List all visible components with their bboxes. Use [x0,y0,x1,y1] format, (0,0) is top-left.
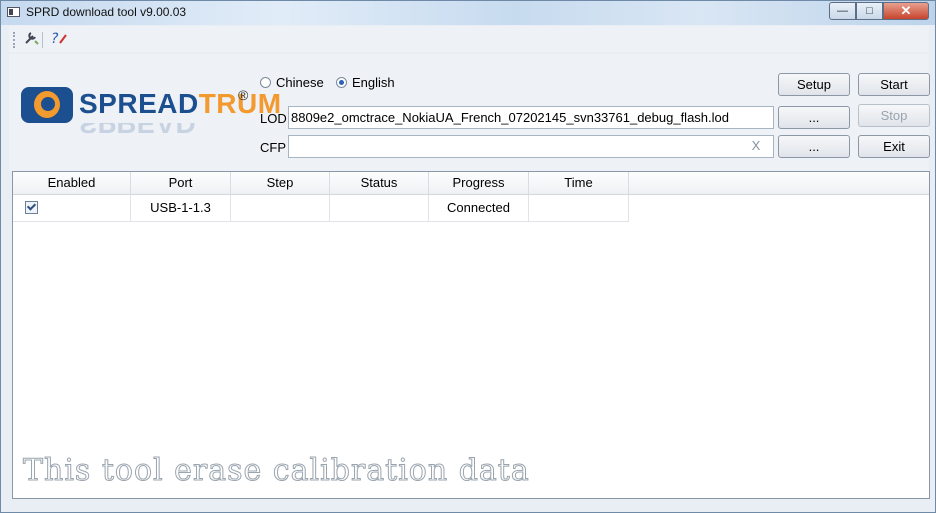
cell-status [330,195,429,222]
setup-button[interactable]: Setup [778,73,850,96]
col-status[interactable]: Status [330,172,429,194]
cfp-label: CFP [260,140,286,155]
cell-time [529,195,629,222]
radio-english-dot[interactable] [336,77,347,88]
radio-chinese-dot[interactable] [260,77,271,88]
calibration-warning-watermark: This tool erase calibration data [23,453,530,489]
table-row[interactable]: USB-1-1.3 Connected [13,195,929,222]
cfp-browse-button[interactable]: ... [778,135,850,158]
maximize-button[interactable]: □ [856,2,883,20]
window-title: SPRD download tool v9.00.03 [26,5,187,19]
cell-enabled [13,195,131,222]
lod-label: LOD [260,111,287,126]
col-port[interactable]: Port [131,172,231,194]
cfp-clear-button[interactable]: X [739,135,773,158]
lod-browse-button[interactable]: ... [778,106,850,129]
radio-chinese-label: Chinese [276,75,324,90]
cell-progress: Connected [429,195,529,222]
col-step[interactable]: Step [231,172,330,194]
logo-reflection: SPREAD [21,123,241,137]
start-button[interactable]: Start [858,73,930,96]
lod-path-field[interactable]: 8809e2_omctrace_NokiaUA_French_07202145_… [288,106,774,129]
toolbar-separator [42,32,43,48]
toolbar: ? [9,26,929,52]
spreadtrum-logo: SPREADTRUM ® SPREAD [21,87,281,143]
toolbar-grip [13,32,17,48]
table-header: Enabled Port Step Status Progress Time [13,172,929,195]
exit-button[interactable]: Exit [858,135,930,158]
svg-text:?: ? [51,31,59,47]
logo-registered: ® [238,87,249,103]
col-time[interactable]: Time [529,172,629,194]
settings-wrench-icon[interactable] [22,29,42,49]
col-enabled[interactable]: Enabled [13,172,131,194]
logo-text-spread: SPREAD [79,88,199,119]
cell-port: USB-1-1.3 [131,195,231,222]
col-progress[interactable]: Progress [429,172,529,194]
close-button[interactable]: ✕ [883,2,929,20]
stop-button[interactable]: Stop [858,104,930,127]
minimize-button[interactable]: — [829,2,856,20]
app-icon [7,7,20,17]
radio-chinese[interactable]: Chinese [260,75,324,90]
title-bar: SPRD download tool v9.00.03 — □ ✕ [1,1,935,25]
device-table: Enabled Port Step Status Progress Time U… [12,171,930,499]
cfp-path-field[interactable] [288,135,774,158]
radio-english[interactable]: English [336,75,395,90]
cell-step [231,195,330,222]
app-window: SPRD download tool v9.00.03 — □ ✕ ? SPRE… [0,0,936,513]
enabled-checkbox[interactable] [25,201,38,215]
radio-english-label: English [352,75,395,90]
help-icon[interactable]: ? [49,29,69,49]
logo-mark [21,87,73,123]
